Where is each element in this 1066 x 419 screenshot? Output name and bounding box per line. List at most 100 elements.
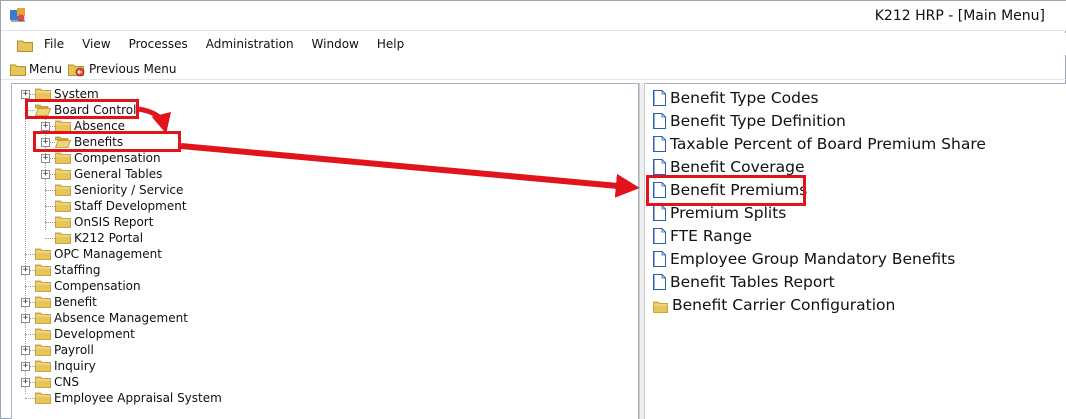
document-icon — [652, 228, 666, 244]
tree-item-label: OnSIS Report — [74, 215, 154, 229]
app-window: K212 HRP - [Main Menu] File View Processes… — [0, 0, 1066, 419]
list-item-label: Benefit Coverage — [670, 158, 805, 176]
tree-expand-icon[interactable]: + — [21, 90, 30, 99]
annotation-box-benefit-premiums — [646, 175, 806, 206]
tree-item[interactable]: Inquiry — [35, 358, 96, 374]
tree-item-label: Compensation — [74, 151, 161, 165]
document-icon — [652, 251, 666, 267]
list-item[interactable]: FTE Range — [652, 225, 752, 247]
folder-icon — [35, 296, 51, 308]
tree-expand-icon[interactable]: + — [21, 346, 30, 355]
menu-processes[interactable]: Processes — [120, 36, 197, 52]
tree-item[interactable]: OnSIS Report — [55, 214, 153, 230]
list-item-label: Employee Group Mandatory Benefits — [670, 250, 956, 268]
tree-connector — [25, 398, 35, 399]
menu-window[interactable]: Window — [303, 36, 368, 52]
tree-expand-icon[interactable]: + — [21, 314, 30, 323]
menu-administration[interactable]: Administration — [197, 36, 303, 52]
folder-icon — [55, 152, 71, 164]
list-item-label: Benefit Type Codes — [670, 89, 819, 107]
previous-menu-button[interactable]: Previous Menu — [68, 61, 176, 77]
tree-item[interactable]: Benefit — [35, 294, 97, 310]
folder-icon — [35, 328, 51, 340]
document-icon — [652, 90, 666, 106]
menu-button[interactable]: Menu — [10, 61, 62, 77]
tree-item[interactable]: Seniority / Service — [55, 182, 183, 198]
tree-item-label: Seniority / Service — [74, 183, 184, 197]
folder-icon — [35, 280, 51, 292]
tree-item-label: Inquiry — [54, 359, 96, 373]
annotation-box-benefits — [33, 131, 181, 152]
folder-icon — [35, 392, 51, 404]
folder-icon — [17, 37, 33, 56]
folder-icon — [55, 200, 71, 212]
folder-icon — [55, 232, 71, 244]
tree-item-label: Compensation — [54, 279, 141, 293]
folder-icon — [55, 184, 71, 196]
list-item-label: FTE Range — [670, 227, 752, 245]
list-item[interactable]: Taxable Percent of Board Premium Share — [652, 133, 986, 155]
folder-icon — [55, 168, 71, 180]
tree-item-label: Payroll — [54, 343, 94, 357]
list-item[interactable]: Benefit Tables Report — [652, 271, 835, 293]
tree-item[interactable]: Employee Appraisal System — [35, 390, 222, 406]
document-icon — [652, 136, 666, 152]
tree-connector — [45, 222, 55, 223]
folder-icon — [10, 64, 26, 76]
tree-item-label: General Tables — [74, 167, 163, 181]
menu-view[interactable]: View — [73, 36, 119, 52]
tree-item-label: Development — [54, 327, 135, 341]
tree-item-label: Staffing — [54, 263, 101, 277]
list-item[interactable]: Employee Group Mandatory Benefits — [652, 248, 956, 270]
tree-item-label: Employee Appraisal System — [54, 391, 222, 405]
tree-expand-icon[interactable]: + — [21, 362, 30, 371]
tree-item[interactable]: Payroll — [35, 342, 94, 358]
app-logo-icon — [9, 7, 27, 23]
tree-item[interactable]: OPC Management — [35, 246, 162, 262]
folder-icon — [35, 264, 51, 276]
tree-connector — [25, 254, 35, 255]
tree-item[interactable]: General Tables — [55, 166, 162, 182]
tree-expand-icon[interactable]: + — [41, 170, 50, 179]
tree-expand-icon[interactable]: + — [41, 122, 50, 131]
document-icon — [652, 274, 666, 290]
tree-item-label: K212 Portal — [74, 231, 144, 245]
tree-expand-icon[interactable]: + — [41, 154, 50, 163]
tree-item[interactable]: Compensation — [35, 278, 141, 294]
tree-item-label: CNS — [54, 375, 79, 389]
tree-expand-icon[interactable]: + — [21, 266, 30, 275]
tree-expand-icon[interactable]: + — [21, 298, 30, 307]
menu-file[interactable]: File — [44, 36, 73, 52]
tree-connector — [45, 206, 55, 207]
window-title: K212 HRP - [Main Menu] — [874, 8, 1045, 24]
tree-item[interactable]: Compensation — [55, 150, 161, 166]
tree-item[interactable]: Staffing — [35, 262, 101, 278]
folder-icon — [55, 216, 71, 228]
tree-item[interactable]: CNS — [35, 374, 79, 390]
tree-connector — [25, 286, 35, 287]
tree-expand-icon[interactable]: + — [21, 378, 30, 387]
list-item-label: Taxable Percent of Board Premium Share — [670, 135, 986, 153]
document-icon — [652, 159, 666, 175]
tree-connector — [45, 190, 55, 191]
folder-icon — [35, 344, 51, 356]
annotation-box-board-control — [25, 99, 139, 119]
list-item[interactable]: Benefit Type Definition — [652, 110, 846, 132]
tree-item[interactable]: K212 Portal — [55, 230, 143, 246]
list-item-label: Benefit Carrier Configuration — [672, 296, 896, 314]
folder-icon — [35, 360, 51, 372]
folder-icon — [35, 376, 51, 388]
menu-button-label: Menu — [29, 62, 62, 76]
tree-item[interactable]: Development — [35, 326, 135, 342]
tree-item[interactable]: Staff Development — [55, 198, 187, 214]
menu-item-list[interactable]: Benefit Type Codes Benefit Type Definitio… — [645, 83, 1066, 419]
list-item[interactable]: Benefit Carrier Configuration — [653, 294, 895, 316]
title-bar: K212 HRP - [Main Menu] — [1, 1, 1066, 31]
menu-help[interactable]: Help — [368, 36, 413, 52]
toolbar: Menu Previous Menu — [1, 58, 1066, 80]
tree-item[interactable]: Absence Management — [35, 310, 188, 326]
tree-item-label: Absence Management — [54, 311, 188, 325]
list-item[interactable]: Benefit Type Codes — [652, 87, 819, 109]
tree-connector — [45, 238, 55, 239]
folder-icon — [35, 312, 51, 324]
